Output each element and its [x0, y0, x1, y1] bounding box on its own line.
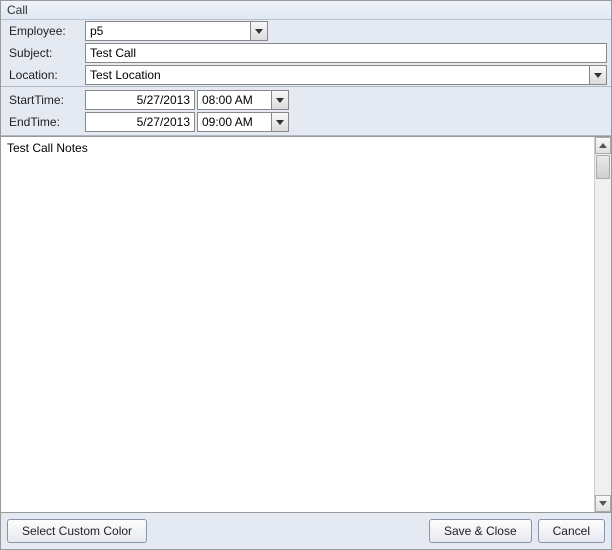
- chevron-down-icon: [276, 120, 284, 125]
- chevron-down-icon: [276, 98, 284, 103]
- location-input[interactable]: [85, 65, 589, 85]
- button-bar: Select Custom Color Save & Close Cancel: [1, 513, 611, 549]
- start-time-input[interactable]: [197, 90, 271, 110]
- form-header: Employee: Subject: Location:: [1, 20, 611, 87]
- end-time-combo[interactable]: [197, 112, 289, 132]
- end-date-input[interactable]: [85, 112, 195, 132]
- start-time-combo[interactable]: [197, 90, 289, 110]
- start-time-dropdown-button[interactable]: [271, 90, 289, 110]
- location-label: Location:: [5, 66, 85, 84]
- chevron-down-icon: [255, 29, 263, 34]
- scroll-down-button[interactable]: [595, 495, 611, 512]
- end-time-dropdown-button[interactable]: [271, 112, 289, 132]
- select-custom-color-button[interactable]: Select Custom Color: [7, 519, 147, 543]
- chevron-down-icon: [599, 501, 607, 506]
- subject-label: Subject:: [5, 44, 85, 62]
- scroll-up-button[interactable]: [595, 137, 611, 154]
- notes-scrollbar[interactable]: [594, 137, 611, 512]
- location-dropdown-button[interactable]: [589, 65, 607, 85]
- cancel-button[interactable]: Cancel: [538, 519, 605, 543]
- scroll-thumb[interactable]: [596, 155, 610, 179]
- employee-combo[interactable]: [85, 21, 268, 41]
- chevron-down-icon: [594, 73, 602, 78]
- notes-area: [1, 136, 611, 513]
- employee-label: Employee:: [5, 22, 85, 40]
- scroll-track[interactable]: [595, 180, 611, 495]
- end-time-input[interactable]: [197, 112, 271, 132]
- starttime-label: StartTime:: [5, 91, 85, 109]
- chevron-up-icon: [599, 143, 607, 148]
- endtime-label: EndTime:: [5, 113, 85, 131]
- time-section: StartTime: EndTime:: [1, 87, 611, 136]
- save-and-close-button[interactable]: Save & Close: [429, 519, 532, 543]
- start-date-input[interactable]: [85, 90, 195, 110]
- employee-dropdown-button[interactable]: [250, 21, 268, 41]
- notes-textarea[interactable]: [1, 137, 594, 512]
- window-title: Call: [1, 1, 611, 20]
- subject-input[interactable]: [85, 43, 607, 63]
- location-combo[interactable]: [85, 65, 607, 85]
- employee-input[interactable]: [85, 21, 250, 41]
- call-dialog: Call Employee: Subject: Location:: [0, 0, 612, 550]
